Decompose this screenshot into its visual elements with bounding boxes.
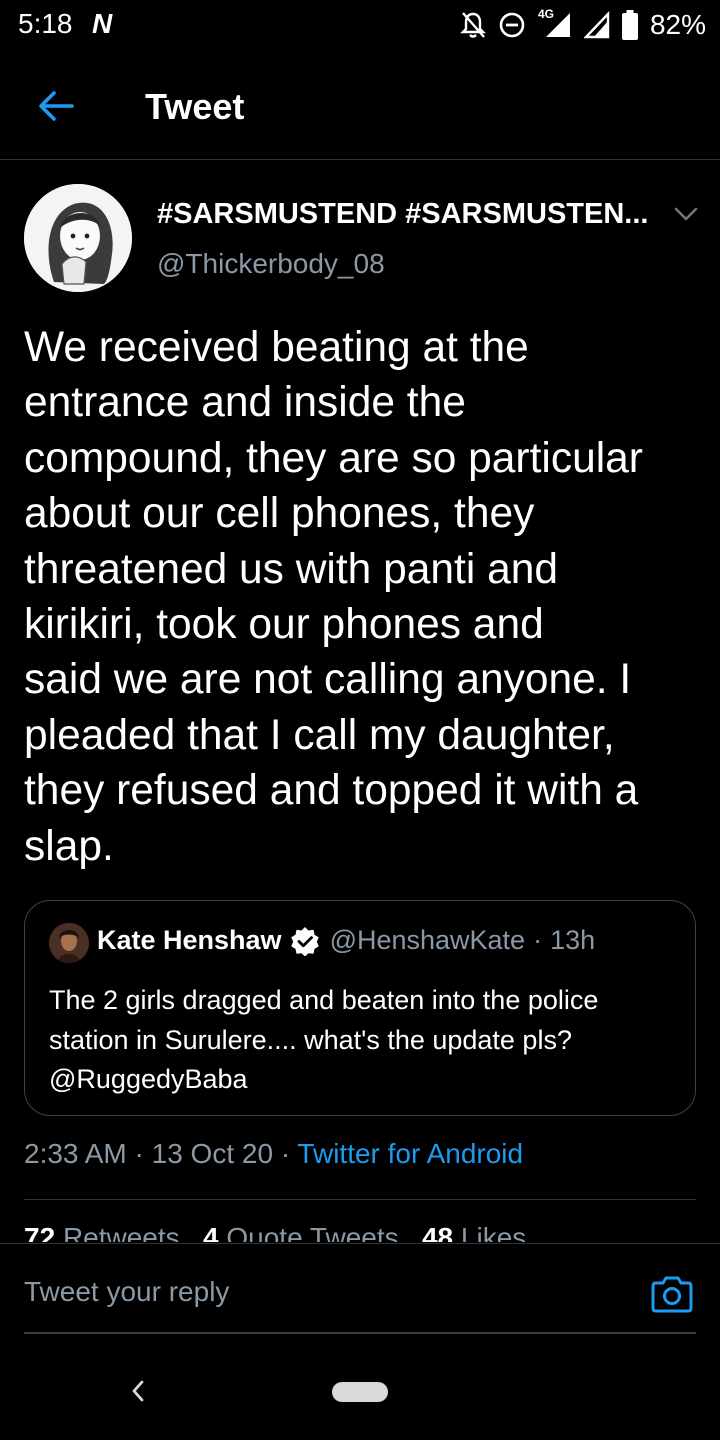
tweet-meta: 2:33 AM · 13 Oct 20 · Twitter for Androi… xyxy=(24,1138,523,1170)
tweet-text-line: slap. xyxy=(24,822,114,870)
signal-icon xyxy=(583,11,610,39)
verified-badge-icon xyxy=(290,926,320,956)
back-button[interactable] xyxy=(30,82,82,130)
tweet-text-line: We received beating at the xyxy=(24,324,529,371)
avatar[interactable] xyxy=(24,184,132,292)
tweet-text-line: said we are not calling anyone. I xyxy=(24,656,632,704)
tweet-time: 2:33 AM xyxy=(24,1138,127,1169)
reply-underline xyxy=(24,1332,696,1334)
signal-4g-icon: 4G xyxy=(538,7,572,39)
retweets-count[interactable]: 72 xyxy=(24,1222,55,1242)
tweet-text-line: about our cell phones, they xyxy=(24,490,535,538)
chevron-left-icon xyxy=(132,1380,144,1402)
do-not-disturb-icon xyxy=(499,12,525,38)
app-header: Tweet xyxy=(0,52,720,160)
retweets-label[interactable]: Retweets xyxy=(63,1222,180,1242)
quoted-tweet-text: The 2 girls dragged and beaten into the … xyxy=(49,981,679,1100)
reply-bar: Tweet your reply xyxy=(0,1243,720,1335)
quoted-text-line: The 2 girls dragged and beaten into the … xyxy=(49,985,599,1015)
tweet-date: 13 Oct 20 xyxy=(151,1138,274,1169)
system-nav-bar xyxy=(0,1336,720,1440)
quoted-tweet-card[interactable]: Kate Henshaw @HenshawKate · 13h The 2 gi… xyxy=(24,900,696,1116)
meta-separator: · xyxy=(134,1138,144,1169)
more-options-button[interactable] xyxy=(670,200,702,228)
tweet-text-line: entrance and inside the xyxy=(24,379,466,427)
quoted-separator: · xyxy=(533,925,543,955)
tweet-stats: 72 Retweets 4 Quote Tweets 48 Likes xyxy=(24,1222,526,1242)
page-title: Tweet xyxy=(145,86,245,127)
quoted-avatar-photo xyxy=(49,923,89,963)
tweet-text-line: pleaded that I call my daughter, xyxy=(24,711,615,759)
tweet-text-line: kirikiri, took our phones and xyxy=(24,601,544,649)
reply-input[interactable]: Tweet your reply xyxy=(24,1276,229,1308)
quoted-tweet-age: 13h xyxy=(550,925,596,955)
tweet-text-line: compound, they are so particular xyxy=(24,434,643,482)
tweet-text: We received beating at the entrance and … xyxy=(24,320,704,874)
status-bar: 5:18 N 4G 82% xyxy=(0,0,720,52)
tweet-source-link[interactable]: Twitter for Android xyxy=(297,1138,523,1169)
likes-count[interactable]: 48 xyxy=(422,1222,453,1242)
quoted-avatar xyxy=(49,923,89,963)
nav-back-button[interactable] xyxy=(126,1376,150,1406)
camera-icon xyxy=(651,1276,693,1313)
arrow-left-icon xyxy=(39,91,74,121)
quoted-author-name: Kate Henshaw xyxy=(97,925,282,955)
camera-button[interactable] xyxy=(650,1274,694,1314)
home-pill-button[interactable] xyxy=(332,1382,388,1402)
status-icons: 4G 82% xyxy=(460,7,706,42)
quoted-tweet-header: Kate Henshaw @HenshawKate · 13h xyxy=(97,925,595,956)
quoted-text-line: @RuggedyBaba xyxy=(49,1064,248,1094)
meta-separator: · xyxy=(280,1138,291,1169)
quoted-text-line: station in Surulere.... what's the updat… xyxy=(49,1024,572,1055)
quotes-count[interactable]: 4 xyxy=(203,1222,219,1242)
quotes-label[interactable]: Quote Tweets xyxy=(226,1222,398,1242)
avatar-illustration xyxy=(24,184,132,292)
status-time: 5:18 xyxy=(18,8,73,39)
chevron-down-icon xyxy=(674,207,698,221)
divider xyxy=(24,1199,696,1200)
user-handle[interactable]: @Thickerbody_08 xyxy=(157,248,385,280)
display-name[interactable]: #SARSMUSTEND #SARSMUSTEN... xyxy=(157,198,648,231)
n-notification-icon: N xyxy=(92,8,113,39)
battery-percentage: 82% xyxy=(649,9,706,40)
bell-off-icon xyxy=(460,12,486,38)
quoted-author-handle: @HenshawKate xyxy=(329,925,526,955)
likes-label[interactable]: Likes xyxy=(461,1222,526,1242)
tweet-text-line: threatened us with panti and xyxy=(24,545,558,593)
battery-icon xyxy=(621,10,638,40)
tweet-text-line: they refused and topped it with a xyxy=(24,767,639,815)
